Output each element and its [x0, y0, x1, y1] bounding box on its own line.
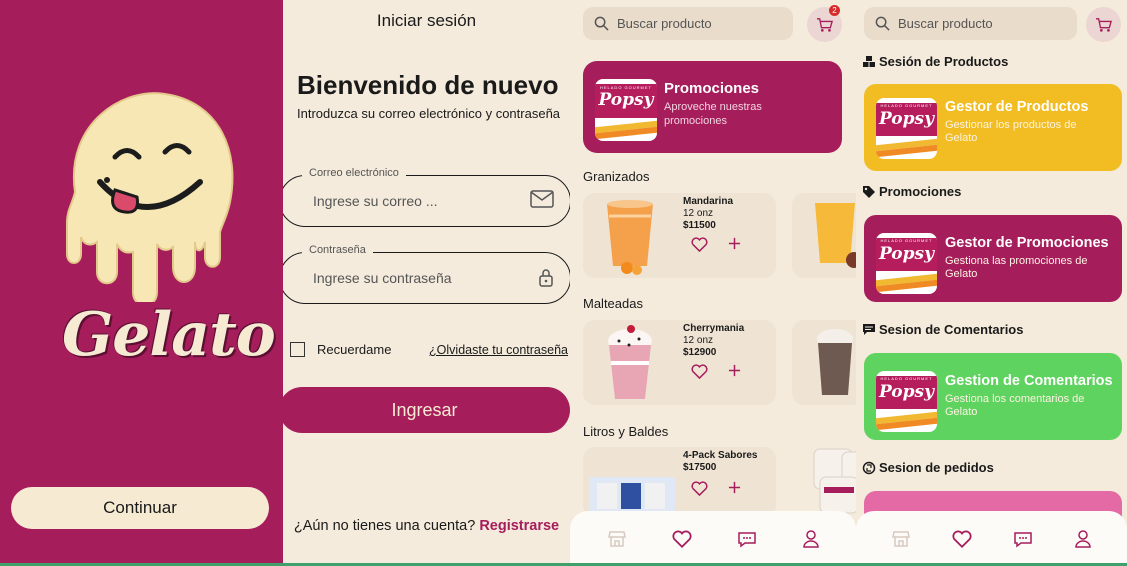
- comments-manager-card[interactable]: HELADO GOURMET Popsy Gestion de Comentar…: [864, 353, 1122, 440]
- promo-title: Promociones: [664, 80, 760, 97]
- heart-icon[interactable]: [952, 530, 972, 548]
- product-card[interactable]: 4-Pack Sabores $17500: [583, 447, 776, 517]
- product-card-partial[interactable]: [792, 193, 856, 278]
- product-card[interactable]: Mandarina 12 onz $11500: [583, 193, 776, 278]
- search-input[interactable]: Buscar producto: [583, 7, 793, 40]
- email-field[interactable]: Correo electrónico Ingrese su correo ...: [283, 167, 570, 227]
- card-title: Gestor de Promociones: [945, 235, 1109, 251]
- search-icon: [594, 16, 609, 31]
- password-label: Contraseña: [302, 244, 373, 256]
- password-field[interactable]: Contraseña Ingrese su contraseña: [283, 244, 570, 304]
- password-placeholder: Ingrese su contraseña: [313, 270, 452, 286]
- popsy-brand-logo: HELADO GOURMET Popsy: [876, 233, 937, 294]
- popsy-brand-logo: HELADO GOURMET Popsy: [595, 79, 657, 141]
- favorite-heart-icon[interactable]: [691, 364, 708, 379]
- cart-icon: [1095, 17, 1112, 32]
- store-icon[interactable]: [607, 529, 627, 549]
- cart-icon: [816, 17, 833, 32]
- register-link[interactable]: Registrarse: [479, 518, 559, 534]
- card-title: Gestion de Comentarios: [945, 373, 1113, 389]
- favorite-heart-icon[interactable]: [691, 237, 708, 252]
- bottom-nav: [856, 511, 1127, 566]
- catalog-screen: Buscar producto 2 HELADO GOURMET Popsy P…: [570, 0, 856, 566]
- product-info: 4-Pack Sabores $17500: [683, 450, 758, 473]
- section-title-malteadas: Malteadas: [583, 296, 643, 311]
- ice-cream-tub-image: [813, 448, 856, 514]
- welcome-heading: Bienvenido de nuevo: [297, 70, 559, 100]
- register-prompt: ¿Aún no tienes una cuenta?: [293, 518, 476, 534]
- heart-icon[interactable]: [671, 530, 692, 548]
- promo-banner[interactable]: HELADO GOURMET Popsy Promociones Aprovec…: [583, 61, 842, 153]
- continue-button[interactable]: Continuar: [11, 487, 269, 529]
- favorite-heart-icon[interactable]: [691, 481, 708, 496]
- product-actions: [691, 364, 741, 379]
- search-input[interactable]: Buscar producto: [864, 7, 1077, 40]
- chat-icon[interactable]: [737, 530, 757, 548]
- mandarina-drink-image: [607, 200, 653, 275]
- comment-icon: [863, 324, 875, 335]
- splash-screen: Gelato Continuar: [0, 0, 283, 566]
- email-label: Correo electrónico: [302, 167, 406, 179]
- product-card-partial[interactable]: [792, 320, 856, 405]
- tag-icon: [863, 185, 875, 198]
- drink-image: [815, 203, 856, 268]
- melting-face-logo-icon: [66, 92, 234, 302]
- promotions-manager-card[interactable]: HELADO GOURMET Popsy Gestor de Promocion…: [864, 215, 1122, 302]
- section-title-promociones: Promociones: [862, 184, 961, 199]
- popsy-brand-logo: HELADO GOURMET Popsy: [876, 371, 937, 432]
- sync-icon: [862, 461, 876, 474]
- mail-icon: [530, 190, 554, 208]
- section-title-granizados: Granizados: [583, 169, 650, 184]
- add-plus-icon[interactable]: [728, 481, 741, 494]
- cart-count-badge: 2: [829, 5, 840, 16]
- remember-row: Recuerdame: [290, 342, 391, 357]
- card-description: Gestiona los comentarios de Gelato: [945, 393, 1085, 418]
- cart-button[interactable]: 2: [807, 5, 842, 42]
- cart-button[interactable]: [1086, 7, 1121, 42]
- app-logo-text: Gelato: [62, 300, 276, 370]
- promo-description: Aproveche nuestras promociones: [664, 101, 762, 127]
- chat-icon[interactable]: [1013, 530, 1033, 548]
- login-screen: Iniciar sesión Bienvenido de nuevo Intro…: [283, 0, 570, 566]
- lock-icon: [539, 269, 553, 287]
- email-placeholder: Ingrese su correo ...: [313, 193, 438, 209]
- boxes-icon: [863, 56, 875, 67]
- popsy-brand-logo: HELADO GOURMET Popsy: [876, 98, 937, 159]
- add-plus-icon[interactable]: [728, 237, 741, 250]
- search-icon: [875, 16, 890, 31]
- screen-title: Iniciar sesión: [376, 11, 477, 30]
- card-title: Gestor de Productos: [945, 99, 1089, 115]
- forgot-password-link[interactable]: ¿Olvidaste tu contraseña: [429, 343, 568, 357]
- bottom-nav: [570, 511, 856, 566]
- products-manager-card[interactable]: HELADO GOURMET Popsy Gestor de Productos…: [864, 84, 1122, 171]
- card-description: Gestionar los productos de Gelato: [945, 119, 1077, 144]
- register-row: ¿Aún no tienes una cuenta? Registrarse: [283, 518, 570, 534]
- section-title-comentarios: Sesion de Comentarios: [862, 322, 1023, 337]
- product-actions: [691, 237, 741, 252]
- user-icon[interactable]: [802, 529, 820, 548]
- store-icon[interactable]: [891, 529, 911, 549]
- product-actions: [691, 481, 741, 496]
- card-description: Gestiona las promociones de Gelato: [945, 255, 1088, 280]
- product-info: Mandarina 12 onz $11500: [683, 196, 734, 231]
- admin-screen: Buscar producto Sesión de Productos HELA…: [856, 0, 1127, 566]
- user-icon[interactable]: [1074, 529, 1092, 548]
- remember-label: Recuerdame: [317, 342, 392, 357]
- product-info: Cherrymania 12 onz $12900: [683, 323, 745, 358]
- product-card-partial[interactable]: [792, 447, 856, 517]
- login-button[interactable]: Ingresar: [283, 387, 570, 433]
- product-card[interactable]: Cherrymania 12 onz $12900: [583, 320, 776, 405]
- shake-image: [817, 329, 853, 395]
- remember-checkbox[interactable]: [290, 342, 305, 357]
- cherrymania-shake-image: [608, 325, 652, 399]
- section-title-litros: Litros y Baldes: [583, 424, 669, 439]
- login-subtitle: Introduzca su correo electrónico y contr…: [297, 106, 561, 121]
- section-title-productos: Sesión de Productos: [862, 54, 1008, 69]
- add-plus-icon[interactable]: [728, 364, 741, 377]
- section-title-pedidos: Sesion de pedidos: [862, 460, 994, 475]
- search-placeholder: Buscar producto: [898, 16, 993, 31]
- search-placeholder: Buscar producto: [617, 16, 712, 31]
